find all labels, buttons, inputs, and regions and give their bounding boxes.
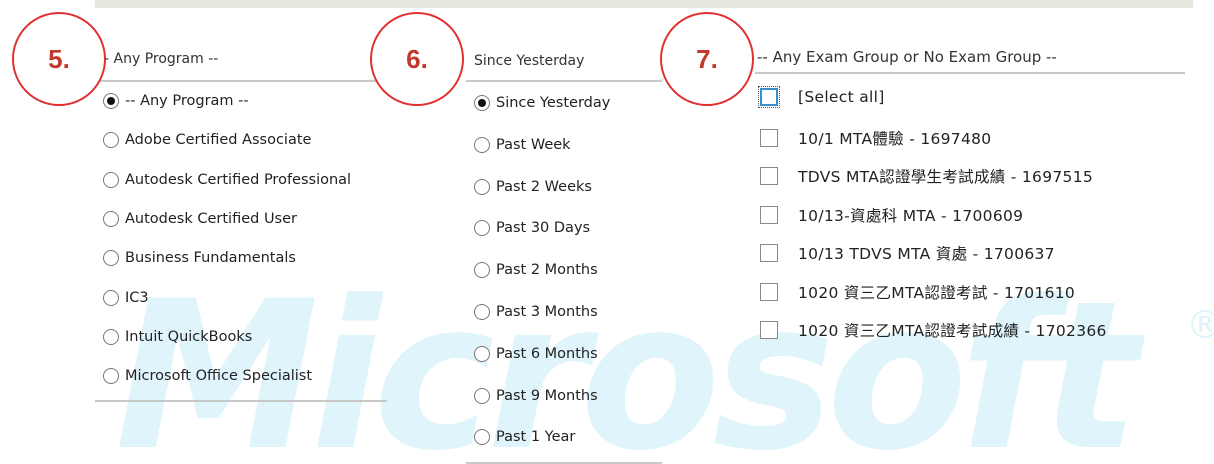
period-option-label: Past 30 Days bbox=[496, 220, 591, 237]
checkbox-icon[interactable] bbox=[760, 167, 778, 185]
checkbox-icon[interactable] bbox=[760, 282, 778, 301]
exam-group-option[interactable]: TDVS MTA認證學生考試成績 - 1697515 bbox=[760, 165, 1093, 187]
exam-group-option-label: 10/1 MTA體驗 - 1697480 bbox=[798, 129, 992, 148]
exam-group-option-label: 1020 資三乙MTA認證考試成績 - 1702366 bbox=[798, 322, 1107, 340]
radio-button-icon[interactable] bbox=[474, 95, 490, 111]
period-option-label: Past 6 Months bbox=[496, 345, 598, 362]
program-option[interactable]: IC3 bbox=[103, 289, 149, 306]
radio-button-icon[interactable] bbox=[474, 262, 490, 279]
exam-group-option-label: [Select all] bbox=[798, 88, 885, 106]
program-option[interactable]: Adobe Certified Associate bbox=[103, 132, 312, 149]
radio-button-icon[interactable] bbox=[474, 387, 490, 404]
program-option[interactable]: Autodesk Certified User bbox=[103, 210, 297, 227]
program-option-label: Autodesk Certified Professional bbox=[125, 171, 352, 188]
period-select-header[interactable]: Since Yesterday bbox=[474, 53, 584, 69]
period-option[interactable]: Past 6 Months bbox=[474, 345, 598, 362]
radio-button-icon[interactable] bbox=[103, 171, 119, 188]
checkbox-icon[interactable] bbox=[758, 86, 780, 108]
period-option[interactable]: Past 1 Year bbox=[474, 429, 576, 446]
program-header-divider bbox=[95, 80, 387, 82]
radio-button-icon[interactable] bbox=[103, 93, 119, 109]
select-all-option[interactable]: [Select all] bbox=[758, 86, 885, 108]
radio-button-icon[interactable] bbox=[103, 289, 119, 306]
radio-button-icon[interactable] bbox=[474, 429, 490, 446]
exam-group-option-label: 10/13-資處科 MTA - 1700609 bbox=[798, 206, 1024, 225]
program-option[interactable]: Intuit QuickBooks bbox=[103, 328, 253, 345]
program-option-label: Intuit QuickBooks bbox=[125, 328, 253, 345]
program-option-label: Adobe Certified Associate bbox=[125, 132, 312, 149]
program-list-bottom-divider bbox=[95, 400, 387, 402]
period-option[interactable]: Past 2 Months bbox=[474, 262, 598, 279]
checkbox-icon[interactable] bbox=[760, 321, 778, 339]
period-option[interactable]: Since Yesterday bbox=[474, 95, 610, 111]
period-option[interactable]: Past 9 Months bbox=[474, 387, 598, 404]
radio-selected-dot-icon bbox=[478, 99, 486, 107]
program-option[interactable]: Autodesk Certified Professional bbox=[103, 171, 352, 188]
exam-group-option[interactable]: 1020 資三乙MTA認證考試 - 1701610 bbox=[760, 281, 1075, 303]
top-strip bbox=[95, 0, 1193, 8]
period-option-label: Past 1 Year bbox=[496, 429, 576, 446]
radio-button-icon[interactable] bbox=[474, 178, 490, 195]
period-option-label: Past 2 Weeks bbox=[496, 178, 592, 195]
program-option[interactable]: -- Any Program -- bbox=[103, 93, 249, 109]
exam-group-option-label: TDVS MTA認證學生考試成績 - 1697515 bbox=[798, 168, 1094, 186]
step-6-callout: 6. bbox=[370, 12, 464, 106]
program-option[interactable]: Microsoft Office Specialist bbox=[103, 368, 313, 385]
radio-button-icon[interactable] bbox=[103, 368, 119, 385]
exam-group-option[interactable]: 10/13-資處科 MTA - 1700609 bbox=[760, 204, 1023, 226]
exam-group-select-header[interactable]: -- Any Exam Group or No Exam Group -- bbox=[757, 48, 1057, 66]
radio-button-icon[interactable] bbox=[474, 304, 490, 320]
radio-button-icon[interactable] bbox=[474, 136, 490, 153]
program-option-label: Autodesk Certified User bbox=[125, 210, 297, 227]
program-select-header[interactable]: - Any Program -- bbox=[104, 51, 218, 67]
period-option[interactable]: Past 2 Weeks bbox=[474, 178, 592, 195]
period-option[interactable]: Past Week bbox=[474, 136, 571, 153]
exam-group-option[interactable]: 1020 資三乙MTA認證考試成績 - 1702366 bbox=[760, 319, 1107, 341]
program-option-label: Business Fundamentals bbox=[125, 250, 296, 267]
period-option-label: Past Week bbox=[496, 136, 571, 153]
program-option-label: -- Any Program -- bbox=[125, 93, 249, 109]
exam-group-option-label: 1020 資三乙MTA認證考試 - 1701610 bbox=[798, 283, 1076, 302]
period-option-label: Past 3 Months bbox=[496, 304, 598, 320]
period-option-label: Past 9 Months bbox=[496, 387, 598, 404]
checkbox-icon[interactable] bbox=[760, 205, 778, 224]
radio-button-icon[interactable] bbox=[103, 328, 119, 345]
radio-button-icon[interactable] bbox=[103, 132, 119, 149]
program-option-label: IC3 bbox=[125, 289, 149, 306]
period-header-divider bbox=[466, 80, 662, 82]
radio-button-icon[interactable] bbox=[103, 250, 119, 267]
period-option-label: Since Yesterday bbox=[496, 95, 611, 111]
radio-button-icon[interactable] bbox=[474, 345, 490, 362]
checkbox-icon[interactable] bbox=[760, 128, 778, 147]
exam-group-option[interactable]: 10/13 TDVS MTA 資處 - 1700637 bbox=[760, 242, 1055, 264]
registered-mark: ® bbox=[1186, 303, 1214, 347]
period-option[interactable]: Past 3 Months bbox=[474, 304, 598, 320]
period-option-label: Past 2 Months bbox=[496, 262, 598, 279]
radio-selected-dot-icon bbox=[107, 97, 115, 105]
exam-group-option-label: 10/13 TDVS MTA 資處 - 1700637 bbox=[798, 245, 1055, 263]
period-option[interactable]: Past 30 Days bbox=[474, 220, 591, 237]
radio-button-icon[interactable] bbox=[474, 220, 490, 237]
checkbox-icon[interactable] bbox=[760, 244, 778, 262]
exam-group-option[interactable]: 10/1 MTA體驗 - 1697480 bbox=[760, 127, 991, 149]
exam-group-header-divider bbox=[755, 72, 1185, 74]
step-5-callout: 5. bbox=[12, 12, 106, 106]
program-option-label: Microsoft Office Specialist bbox=[125, 368, 313, 385]
program-option[interactable]: Business Fundamentals bbox=[103, 250, 296, 267]
step-7-callout: 7. bbox=[660, 12, 754, 106]
radio-button-icon[interactable] bbox=[103, 210, 119, 227]
